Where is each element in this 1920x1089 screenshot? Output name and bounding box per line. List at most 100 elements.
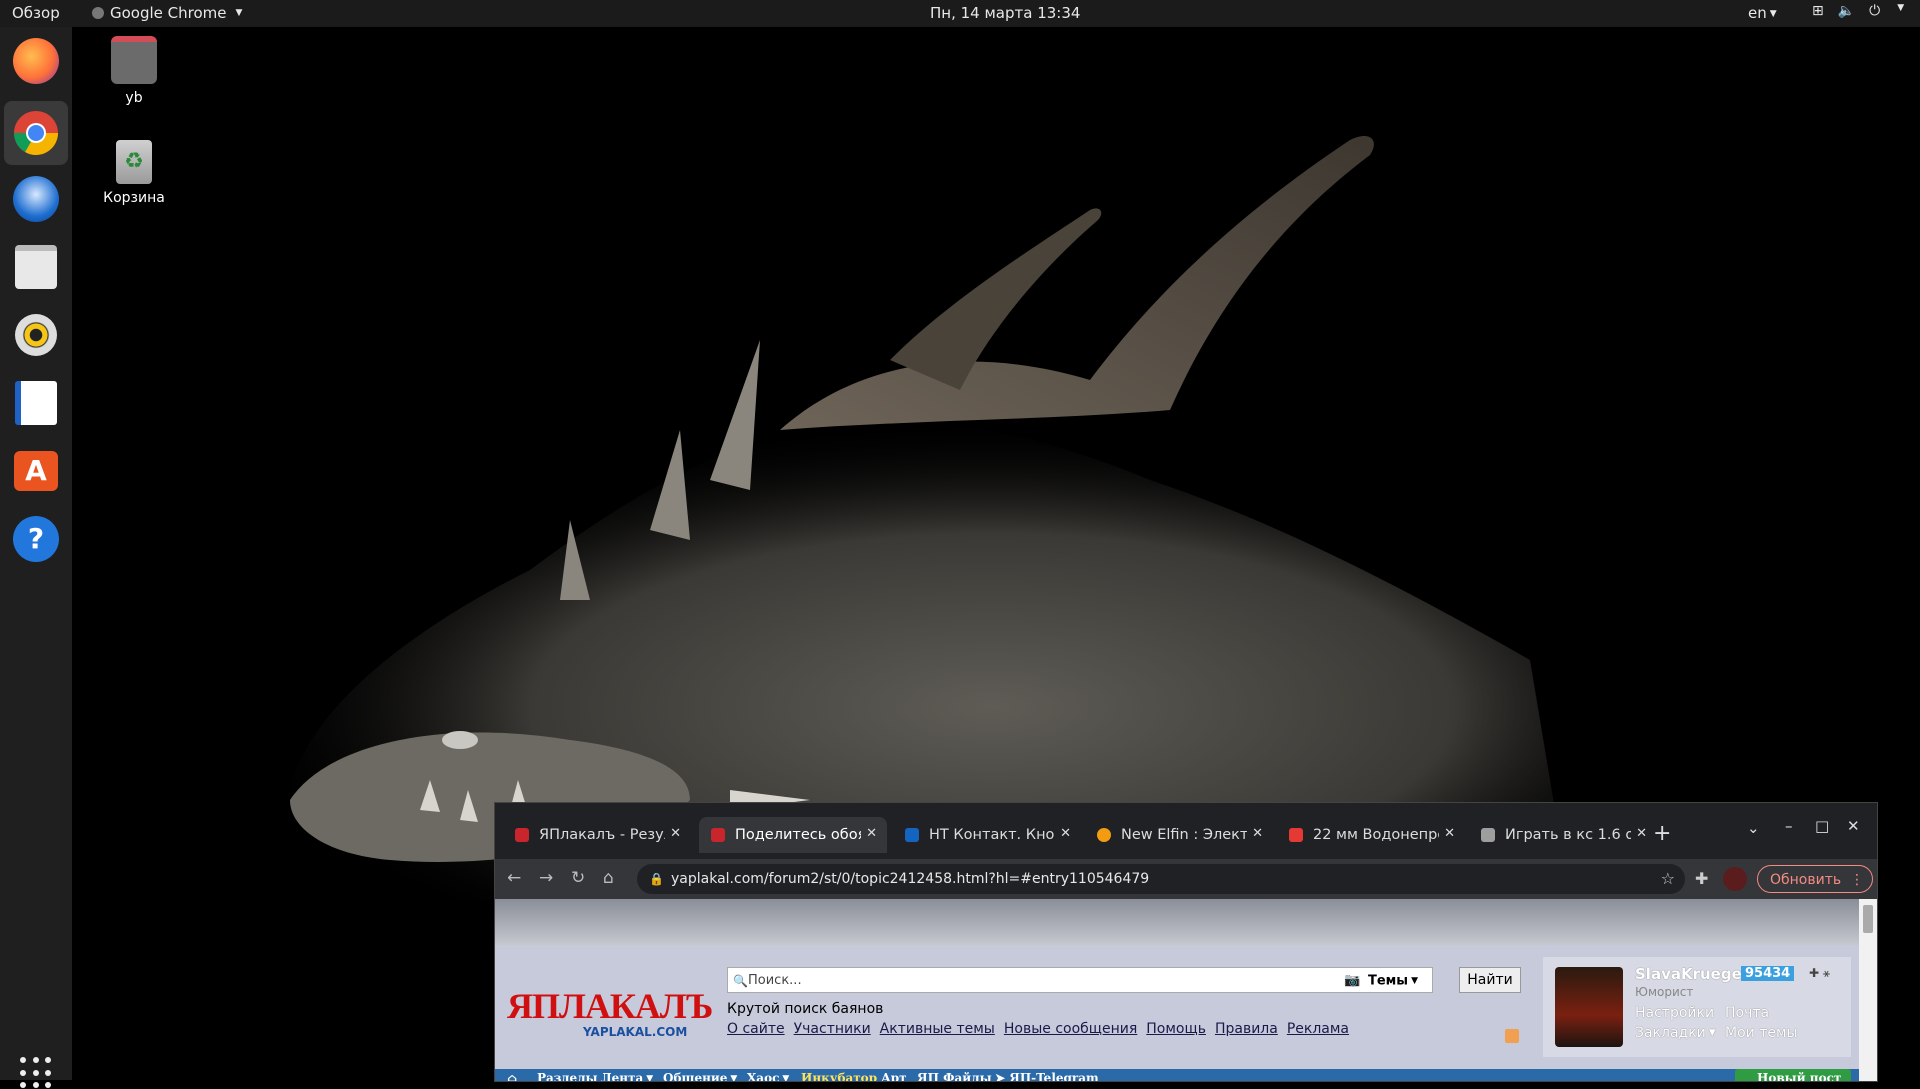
nav-incubator[interactable]: Инкубатор — [801, 1071, 877, 1081]
activities-button[interactable]: Обзор — [12, 4, 60, 22]
dock: A ? — [0, 27, 72, 1089]
nav-chat[interactable]: Общение ▼ — [663, 1071, 737, 1081]
user-panel: SlavaKrueger 95434 ✚ ⚹ Юморист Настройки… — [1543, 957, 1851, 1057]
tab-share-wallpapers[interactable]: Поделитесь обоя ✕ — [699, 817, 887, 853]
nav-feed-label: Лента — [601, 1071, 644, 1082]
close-icon[interactable]: ✕ — [1060, 826, 1071, 841]
search-icon: 🔍 — [733, 974, 748, 988]
extensions-icon[interactable]: ✚ — [1695, 869, 1708, 888]
chevron-down-icon: ▼ — [1411, 976, 1418, 986]
show-apps-icon[interactable] — [20, 1057, 52, 1089]
app-menu[interactable]: Google Chrome ▼ — [92, 4, 242, 22]
bookmarks-label: Закладки — [1635, 1025, 1706, 1041]
link-help[interactable]: Помощь — [1146, 1021, 1206, 1037]
tab-22mm[interactable]: 22 мм Водонепро ✕ — [1277, 817, 1465, 853]
language-indicator[interactable]: en ▼ — [1748, 4, 1777, 22]
my-topics-link[interactable]: Мои темы — [1725, 1025, 1798, 1041]
tab-cs16[interactable]: Играть в кс 1.6 он ✕ — [1469, 817, 1657, 853]
close-icon[interactable]: ✕ — [866, 826, 877, 841]
chevron-down-icon: ▼ — [1769, 8, 1777, 19]
close-icon[interactable]: ✕ — [1636, 826, 1647, 841]
address-bar[interactable]: 🔒 yaplakal.com/forum2/st/0/topic2412458.… — [637, 864, 1685, 894]
tab-title: 22 мм Водонепро — [1313, 827, 1439, 843]
tab-strip: ЯПлакалъ - Резуль ✕ Поделитесь обоя ✕ НТ… — [495, 803, 1877, 859]
help-icon[interactable]: ? — [12, 515, 60, 563]
scrollbar-thumb[interactable] — [1863, 905, 1873, 933]
clock[interactable]: Пн, 14 марта 13:34 — [930, 4, 1080, 22]
close-icon[interactable]: ✕ — [670, 826, 681, 841]
tab-new-elfin[interactable]: New Elfin : Электр ✕ — [1085, 817, 1273, 853]
nav-chaos-label: Хаос — [747, 1071, 780, 1082]
lock-icon: 🔒 — [649, 872, 664, 886]
profile-avatar[interactable] — [1723, 867, 1747, 891]
software-center-icon[interactable]: A — [12, 447, 60, 495]
network-icon: ⊞ — [1812, 3, 1824, 19]
tab-nt-contact[interactable]: НТ Контакт. Кноп ✕ — [893, 817, 1081, 853]
user-tools-icon[interactable]: ✚ ⚹ — [1809, 966, 1830, 981]
close-icon[interactable]: ✕ — [1252, 826, 1263, 841]
thunderbird-icon[interactable] — [12, 175, 60, 223]
link-members[interactable]: Участники — [794, 1021, 871, 1037]
files-icon[interactable] — [12, 243, 60, 291]
nav-sections[interactable]: Разделы — [537, 1071, 598, 1081]
bookmark-star-icon[interactable]: ☆ — [1661, 864, 1675, 894]
tagline: Крутой поиск баянов — [727, 1001, 884, 1017]
language-label: en — [1748, 4, 1767, 22]
nav-files[interactable]: ЯП Файлы — [917, 1071, 992, 1081]
nav-art[interactable]: Арт — [881, 1071, 907, 1081]
nav-feed[interactable]: Лента ▼ — [601, 1071, 653, 1082]
volume-icon: 🔈 — [1837, 3, 1856, 19]
desktop-icon-label: Корзина — [103, 190, 165, 206]
scrollbar[interactable] — [1859, 899, 1877, 1081]
tab-favicon — [1097, 828, 1111, 842]
new-tab-button[interactable]: + — [1653, 821, 1671, 846]
update-button[interactable]: Обновить ⋮ — [1757, 865, 1873, 893]
link-ads[interactable]: Реклама — [1287, 1021, 1349, 1037]
tab-title: Поделитесь обоя — [735, 827, 861, 843]
menu-dots-icon: ⋮ — [1850, 872, 1864, 888]
system-tray[interactable]: ⊞ 🔈 ⏻ ▼ — [1812, 3, 1904, 19]
close-window-button[interactable]: ✕ — [1847, 817, 1860, 835]
reload-icon[interactable]: ↻ — [571, 868, 585, 888]
firefox-icon[interactable] — [12, 37, 60, 85]
close-icon[interactable]: ✕ — [1444, 826, 1455, 841]
site-logo[interactable]: ЯПЛАКАЛЪ — [507, 985, 713, 1027]
bookmarks-link[interactable]: Закладки ▼ — [1635, 1025, 1716, 1041]
link-active-topics[interactable]: Активные темы — [880, 1021, 995, 1037]
link-new-messages[interactable]: Новые сообщения — [1004, 1021, 1137, 1037]
back-icon[interactable]: ← — [507, 868, 521, 888]
home-icon[interactable]: ⌂ — [603, 868, 614, 888]
toolbar: ← → ↻ ⌂ 🔒 yaplakal.com/forum2/st/0/topic… — [495, 859, 1877, 899]
home-icon[interactable]: ⌂ — [507, 1071, 517, 1081]
maximize-button[interactable]: □ — [1815, 817, 1829, 835]
tab-title: ЯПлакалъ - Резуль — [539, 827, 665, 843]
link-rules[interactable]: Правила — [1215, 1021, 1278, 1037]
rhythmbox-icon[interactable] — [12, 311, 60, 359]
writer-icon[interactable] — [12, 379, 60, 427]
nav-telegram[interactable]: ➤ ЯП-Telegram — [995, 1071, 1099, 1081]
minimize-button[interactable]: – — [1785, 817, 1793, 835]
new-post-button[interactable]: Новый пост — [1735, 1069, 1851, 1081]
top-panel: Обзор Google Chrome ▼ Пн, 14 марта 13:34… — [0, 0, 1920, 27]
power-icon: ⏻ — [1869, 3, 1881, 19]
username[interactable]: SlavaKrueger — [1635, 965, 1749, 983]
search-scope-select[interactable]: Темы ▼ — [1368, 968, 1418, 995]
desktop-icon-home[interactable]: yb — [89, 36, 179, 106]
settings-link[interactable]: Настройки — [1635, 1005, 1714, 1021]
tab-yaplakal-results[interactable]: ЯПлакалъ - Резуль ✕ — [503, 817, 691, 853]
tab-favicon — [711, 828, 725, 842]
camera-icon[interactable]: 📷 — [1344, 968, 1360, 994]
find-button[interactable]: Найти — [1459, 967, 1521, 993]
forward-icon[interactable]: → — [539, 868, 553, 888]
avatar[interactable] — [1555, 967, 1623, 1047]
nav-chaos[interactable]: Хаос ▼ — [747, 1071, 789, 1082]
link-about[interactable]: О сайте — [727, 1021, 785, 1037]
desktop-icon-trash[interactable]: ♻ Корзина — [89, 140, 179, 206]
chrome-icon[interactable] — [4, 101, 68, 165]
search-input[interactable]: 🔍 Поиск... 📷 Темы ▼ — [727, 967, 1433, 993]
mail-link[interactable]: Почта — [1725, 1005, 1769, 1021]
rss-icon[interactable] — [1505, 1029, 1519, 1043]
tab-search-icon[interactable]: ⌄ — [1747, 819, 1760, 837]
wallpaper-dragon — [286, 135, 1570, 900]
firefox-logo — [13, 38, 59, 84]
